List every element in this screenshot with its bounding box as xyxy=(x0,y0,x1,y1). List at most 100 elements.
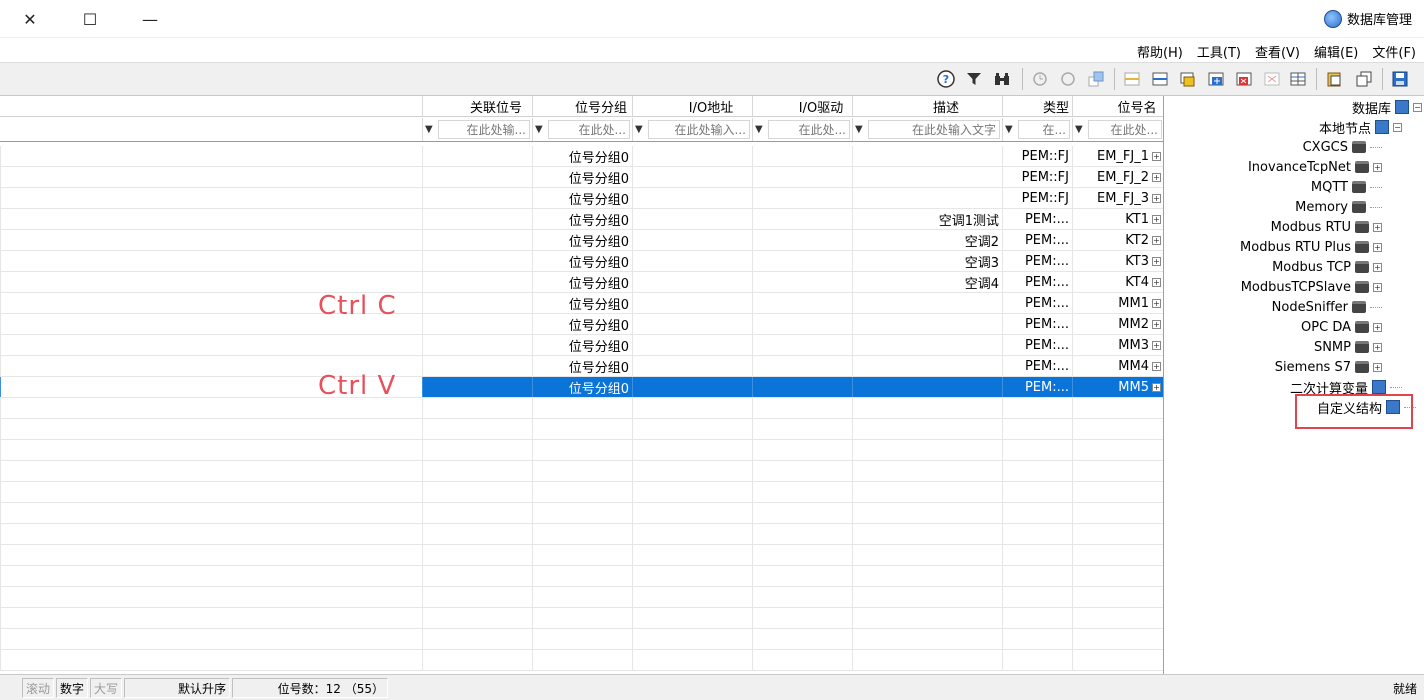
tree-node-local[interactable]: − 本地节点 xyxy=(1319,117,1402,137)
cell-io-address[interactable] xyxy=(632,461,752,481)
cell-io-driver[interactable] xyxy=(752,650,852,670)
binoculars-icon[interactable] xyxy=(992,69,1012,89)
cell-io-address[interactable] xyxy=(632,566,752,586)
refresh-icon[interactable] xyxy=(1058,69,1078,89)
cell-description[interactable] xyxy=(852,356,1002,376)
tree-node-driver[interactable]: + InovanceTcpNet xyxy=(1248,157,1382,177)
cell-tag-name[interactable] xyxy=(1072,419,1163,439)
cell-tag-group[interactable]: 位号分组0 xyxy=(532,230,632,250)
expand-icon[interactable]: + xyxy=(1373,222,1382,232)
expand-icon[interactable]: + xyxy=(1373,242,1382,252)
cell-description[interactable] xyxy=(852,419,1002,439)
tree-node-driver[interactable]: + Modbus RTU Plus xyxy=(1240,237,1382,257)
paste-icon[interactable] xyxy=(1324,69,1344,89)
cell-tag-name[interactable] xyxy=(1072,650,1163,670)
table-row[interactable]: EM_FJ_1 + PEM::FJ 位号分组0 xyxy=(0,146,1163,167)
cell-tag-group[interactable]: 位号分组0 xyxy=(532,356,632,376)
expand-icon[interactable]: + xyxy=(1373,162,1382,172)
filter-input-linked-tag[interactable]: 在此处输... xyxy=(438,120,530,139)
cell-io-driver[interactable] xyxy=(752,482,852,502)
cell-io-address[interactable] xyxy=(632,356,752,376)
menu-view[interactable]: 查看(V) xyxy=(1255,42,1300,61)
cell-description[interactable]: 空调1测试 xyxy=(852,209,1002,229)
cell-tag-name[interactable]: KT3 + xyxy=(1072,251,1163,271)
cell-tag-group[interactable]: 位号分组0 xyxy=(532,188,632,208)
cell-linked-tag[interactable] xyxy=(422,293,532,313)
filter-input-description[interactable]: 在此处输入文字 xyxy=(868,120,1000,139)
cell-io-driver[interactable] xyxy=(752,419,852,439)
cell-type[interactable] xyxy=(1002,503,1072,523)
cell-tag-name[interactable] xyxy=(1072,398,1163,418)
cell-io-driver[interactable] xyxy=(752,608,852,628)
cell-linked-tag[interactable] xyxy=(422,566,532,586)
filter-input-type[interactable]: 在... xyxy=(1018,120,1070,139)
cell-type[interactable] xyxy=(1002,566,1072,586)
tree-node-driver[interactable]: + ModbusTCPSlave xyxy=(1241,277,1382,297)
cell-description[interactable] xyxy=(852,293,1002,313)
cell-io-driver[interactable] xyxy=(752,272,852,292)
cell-linked-tag[interactable] xyxy=(422,377,532,397)
cell-io-address[interactable] xyxy=(632,230,752,250)
cell-io-address[interactable] xyxy=(632,293,752,313)
cell-io-driver[interactable] xyxy=(752,314,852,334)
cell-tag-group[interactable]: 位号分组0 xyxy=(532,209,632,229)
cell-linked-tag[interactable] xyxy=(422,587,532,607)
expand-icon[interactable]: + xyxy=(1152,214,1161,224)
cell-tag-group[interactable] xyxy=(532,545,632,565)
copy-icon[interactable] xyxy=(1354,69,1374,89)
cell-io-address[interactable] xyxy=(632,545,752,565)
collapse-icon[interactable]: − xyxy=(1413,102,1422,112)
cell-tag-group[interactable]: 位号分组0 xyxy=(532,146,632,166)
filter-cell-description[interactable]: ▼ 在此处输入文字 xyxy=(852,118,1002,141)
tree-node-driver[interactable]: + SNMP xyxy=(1314,337,1382,357)
cell-io-driver[interactable] xyxy=(752,629,852,649)
cell-description[interactable] xyxy=(852,566,1002,586)
cell-io-driver[interactable] xyxy=(752,251,852,271)
cell-description[interactable] xyxy=(852,482,1002,502)
cell-io-driver[interactable] xyxy=(752,356,852,376)
cell-description[interactable] xyxy=(852,377,1002,397)
expand-icon[interactable]: + xyxy=(1152,151,1161,161)
history-icon[interactable] xyxy=(1030,69,1050,89)
cell-tag-group[interactable] xyxy=(532,419,632,439)
add-icon[interactable] xyxy=(1206,69,1226,89)
cell-tag-name[interactable]: MM1 + xyxy=(1072,293,1163,313)
cell-type[interactable] xyxy=(1002,650,1072,670)
table-row[interactable]: MM2 + PEM:... 位号分组0 xyxy=(0,314,1163,335)
cell-description[interactable] xyxy=(852,146,1002,166)
cell-description[interactable] xyxy=(852,608,1002,628)
table-row[interactable] xyxy=(0,587,1163,608)
cell-tag-name[interactable] xyxy=(1072,566,1163,586)
export-icon[interactable] xyxy=(1086,69,1106,89)
cell-io-driver[interactable] xyxy=(752,503,852,523)
filter-cell-tag-name[interactable]: ▼ 在此处... xyxy=(1072,118,1163,141)
cell-io-driver[interactable] xyxy=(752,335,852,355)
expand-icon[interactable]: + xyxy=(1152,298,1161,308)
delete-icon[interactable] xyxy=(1234,69,1254,89)
cell-description[interactable] xyxy=(852,587,1002,607)
maximize-button[interactable]: ☐ xyxy=(60,0,120,38)
cell-io-address[interactable] xyxy=(632,146,752,166)
table-row[interactable] xyxy=(0,524,1163,545)
new-folder-icon[interactable] xyxy=(1178,69,1198,89)
cell-tag-group[interactable]: 位号分组0 xyxy=(532,314,632,334)
cell-type[interactable] xyxy=(1002,440,1072,460)
table-row[interactable] xyxy=(0,650,1163,671)
table-row[interactable] xyxy=(0,566,1163,587)
cell-description[interactable] xyxy=(852,188,1002,208)
cell-description[interactable] xyxy=(852,524,1002,544)
cell-tag-name[interactable] xyxy=(1072,608,1163,628)
cell-tag-group[interactable]: 位号分组0 xyxy=(532,272,632,292)
cell-tag-name[interactable]: MM5 + xyxy=(1072,377,1163,397)
cell-type[interactable]: PEM::FJ xyxy=(1002,167,1072,187)
column-header-io-driver[interactable]: I/O驱动 xyxy=(752,96,852,116)
expand-icon[interactable]: + xyxy=(1152,193,1161,203)
cell-tag-group[interactable]: 位号分组0 xyxy=(532,251,632,271)
cell-tag-group[interactable] xyxy=(532,503,632,523)
cell-io-driver[interactable] xyxy=(752,230,852,250)
cell-tag-group[interactable] xyxy=(532,566,632,586)
cell-io-address[interactable] xyxy=(632,251,752,271)
cell-io-driver[interactable] xyxy=(752,398,852,418)
cell-linked-tag[interactable] xyxy=(422,440,532,460)
cell-linked-tag[interactable] xyxy=(422,272,532,292)
